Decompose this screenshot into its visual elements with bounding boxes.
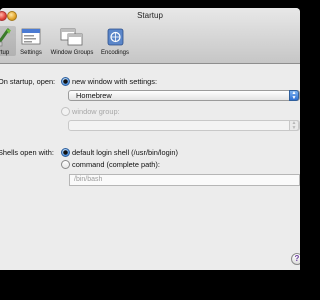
on-startup-label: On startup, open: <box>0 77 56 86</box>
command-radio[interactable] <box>61 160 70 169</box>
startup-icon <box>0 28 11 47</box>
tab-settings-label: Settings <box>20 50 42 56</box>
window-group-popup[interactable]: ▲ ▼ <box>68 120 300 131</box>
startup-pane: On startup, open: new window with settin… <box>0 64 300 270</box>
preferences-window: Startup rtup Settin <box>0 8 300 270</box>
popup-arrows-icon: ▲ ▼ <box>289 90 299 101</box>
window-group-radio[interactable] <box>61 107 70 116</box>
window-title: Startup <box>137 11 163 20</box>
default-login-shell-radio[interactable] <box>61 148 70 157</box>
command-path-placeholder: /bin/bash <box>74 176 103 183</box>
tab-settings[interactable]: Settings <box>16 26 46 56</box>
new-window-label: new window with settings: <box>72 77 158 86</box>
tab-startup[interactable]: rtup <box>0 26 16 56</box>
command-path-field[interactable]: /bin/bash <box>69 174 300 186</box>
settings-icon <box>21 28 41 45</box>
help-icon: ? <box>294 254 300 263</box>
command-label: command (complete path): <box>72 160 160 169</box>
popup-arrows-icon: ▲ ▼ <box>289 120 299 131</box>
tab-window-groups-label: Window Groups <box>50 50 94 56</box>
title-bar: Startup rtup Settin <box>0 8 300 64</box>
default-login-shell-label: default login shell (/usr/bin/login) <box>72 148 178 157</box>
preferences-toolbar: rtup Settings <box>0 22 300 64</box>
window-groups-icon <box>60 28 83 46</box>
tab-encodings-label: Encodings <box>100 50 130 56</box>
new-window-radio[interactable] <box>61 77 70 86</box>
settings-popup-value: Homebrew <box>76 91 112 100</box>
encodings-icon <box>107 28 124 46</box>
help-button[interactable]: ? <box>291 253 300 265</box>
shells-open-with-label: Shells open with: <box>0 148 54 157</box>
window-group-label: window group: <box>72 107 120 116</box>
tab-startup-label: rtup <box>0 50 10 56</box>
settings-popup[interactable]: Homebrew ▲ ▼ <box>68 90 300 101</box>
tab-encodings[interactable]: Encodings <box>98 26 132 56</box>
tab-window-groups[interactable]: Window Groups <box>47 26 97 56</box>
